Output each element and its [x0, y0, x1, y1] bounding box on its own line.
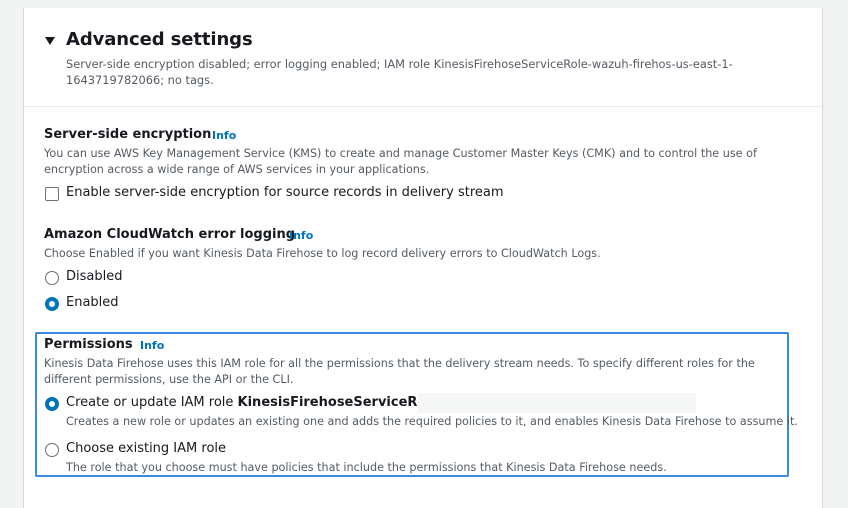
advanced-settings-title[interactable]: Advanced settings	[66, 29, 253, 50]
advanced-settings-summary: Server-side encryption disabled; error l…	[66, 57, 733, 87]
permissions-info-link[interactable]: Info	[140, 339, 164, 352]
create-role-hint: Creates a new role or updates an existin…	[66, 415, 798, 428]
permissions-description: Kinesis Data Firehose uses this IAM role…	[44, 357, 755, 386]
create-role-radio[interactable]	[45, 397, 59, 411]
create-role-prefix: Create or update IAM role	[66, 395, 238, 410]
logging-info-link[interactable]: Info	[289, 229, 313, 242]
encryption-description: You can use AWS Key Management Service (…	[44, 147, 757, 176]
logging-disabled-radio[interactable]	[45, 271, 59, 285]
advanced-settings-panel: Advanced settings Server-side encryption…	[23, 8, 823, 508]
existing-role-hint: The role that you choose must have polic…	[66, 461, 667, 474]
create-role-label[interactable]: Create or update IAM role KinesisFirehos…	[66, 395, 445, 410]
logging-description: Choose Enabled if you want Kinesis Data …	[44, 247, 601, 260]
existing-role-label[interactable]: Choose existing IAM role	[66, 441, 226, 456]
encryption-info-link[interactable]: Info	[212, 129, 236, 142]
logging-enabled-radio[interactable]	[45, 297, 59, 311]
encryption-label: Server-side encryption	[44, 127, 212, 142]
permissions-label: Permissions	[44, 337, 133, 352]
advanced-settings-header[interactable]: Advanced settings Server-side encryption…	[24, 8, 822, 107]
logging-label: Amazon CloudWatch error logging	[44, 227, 296, 242]
caret-down-icon[interactable]	[45, 37, 55, 45]
encryption-checkbox-label[interactable]: Enable server-side encryption for source…	[66, 185, 504, 200]
role-name-redaction	[418, 393, 696, 413]
create-role-name: KinesisFirehoseServiceRole-	[237, 395, 446, 410]
logging-disabled-label[interactable]: Disabled	[66, 269, 122, 284]
existing-role-radio[interactable]	[45, 443, 59, 457]
encryption-checkbox[interactable]	[45, 187, 59, 201]
logging-enabled-label[interactable]: Enabled	[66, 295, 119, 310]
